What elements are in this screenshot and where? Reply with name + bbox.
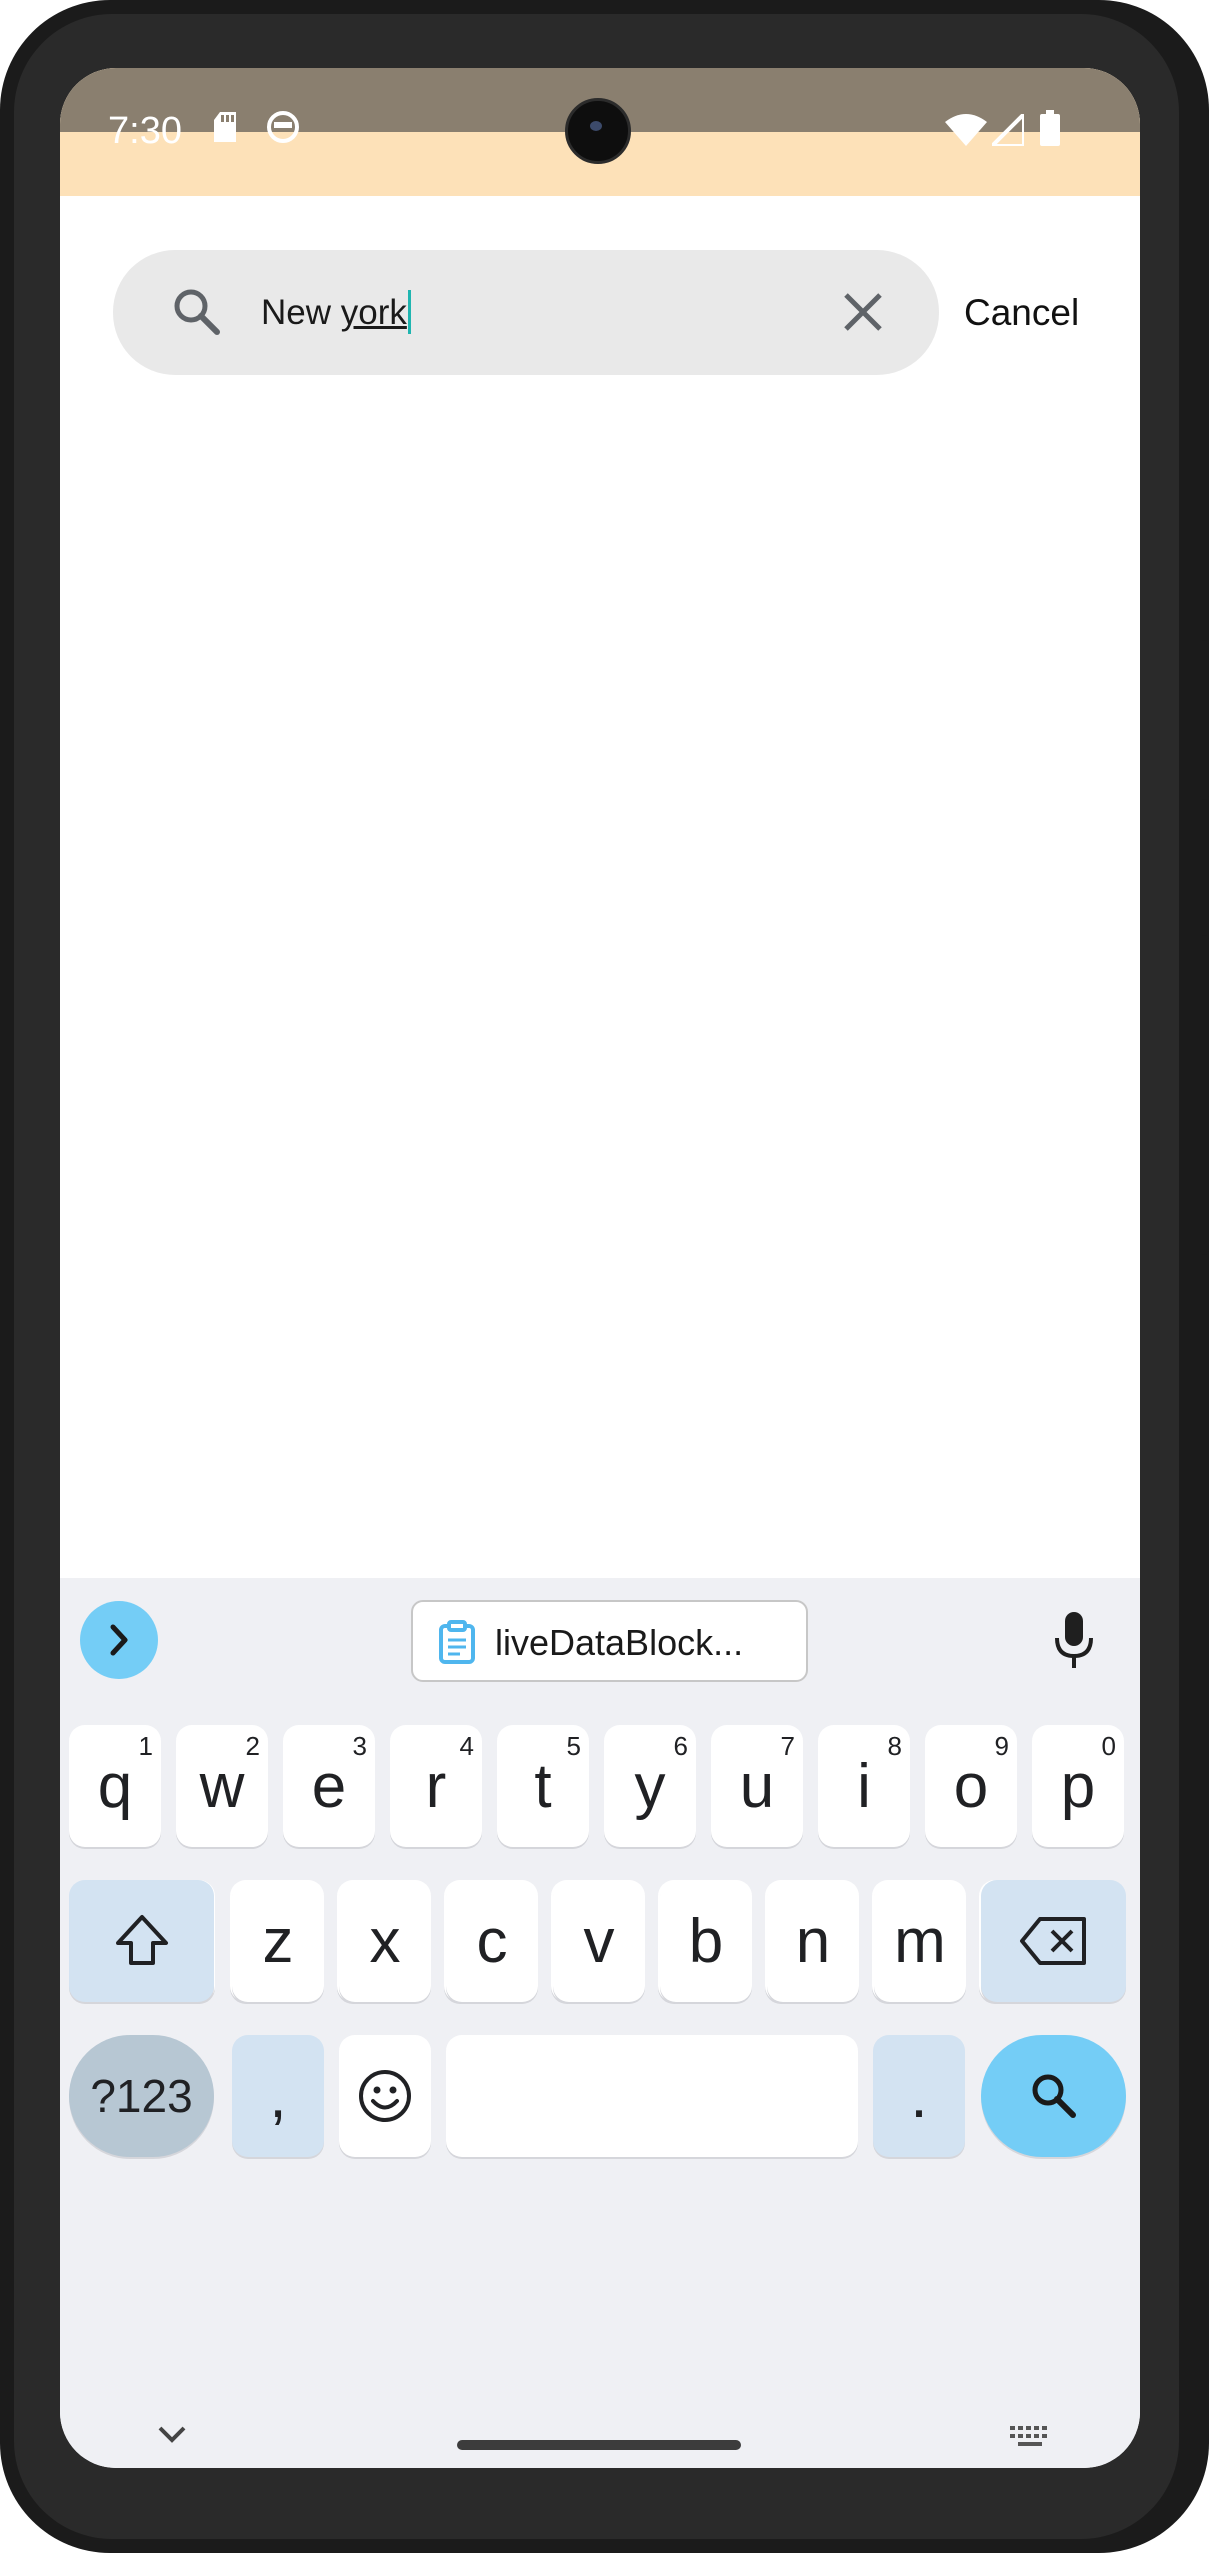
- clear-icon[interactable]: [841, 290, 885, 334]
- key-z[interactable]: z: [232, 1880, 324, 2002]
- key-t[interactable]: t5: [497, 1725, 589, 1847]
- key-r[interactable]: r4: [390, 1725, 482, 1847]
- on-screen-keyboard: liveDataBlock... q1w2e3r4t5y6u7i8o9p0asd…: [60, 1578, 1140, 2468]
- keyboard-switch-icon[interactable]: [1008, 2424, 1052, 2450]
- search-query-text: New: [261, 293, 341, 332]
- key-hint: 8: [887, 1731, 902, 1761]
- signal-icon: [992, 114, 1024, 146]
- key-label: i: [857, 1751, 871, 1821]
- screen: 7:30 New york Cancel liveDataBlock... q …: [60, 68, 1140, 2468]
- key-hint: 7: [780, 1731, 795, 1761]
- text-cursor: [407, 290, 411, 334]
- backspace-icon: [1019, 1917, 1086, 1965]
- key-m[interactable]: m: [874, 1880, 966, 2002]
- cancel-button[interactable]: Cancel: [964, 292, 1079, 334]
- status-time: 7:30: [108, 110, 182, 152]
- comma-key[interactable]: ,: [232, 2035, 324, 2157]
- emoji-icon: [359, 2070, 411, 2122]
- chevron-down-icon[interactable]: [156, 2424, 188, 2444]
- key-hint: 4: [459, 1731, 474, 1761]
- key-b[interactable]: b: [660, 1880, 752, 2002]
- key-label: b: [688, 1906, 724, 1976]
- power-button: [1200, 640, 1209, 800]
- key-p[interactable]: p0: [1032, 1725, 1124, 1847]
- key-label: v: [583, 1906, 615, 1976]
- microphone-icon[interactable]: [1054, 1612, 1094, 1670]
- key-y[interactable]: y6: [604, 1725, 696, 1847]
- key-label: z: [262, 1906, 294, 1976]
- key-hint: 0: [1101, 1731, 1116, 1761]
- key-w[interactable]: w2: [176, 1725, 268, 1847]
- key-label: e: [311, 1751, 347, 1821]
- key-label: n: [795, 1906, 831, 1976]
- key-label: u: [739, 1751, 775, 1821]
- key-n[interactable]: n: [767, 1880, 859, 2002]
- key-label: t: [534, 1751, 552, 1821]
- shift-key[interactable]: [69, 1880, 214, 2002]
- key-hint: 6: [673, 1731, 688, 1761]
- key-label: y: [634, 1751, 666, 1821]
- key-x[interactable]: x: [339, 1880, 431, 2002]
- front-camera: [565, 98, 631, 164]
- search-query-composing: york: [340, 293, 407, 332]
- key-label: x: [369, 1906, 401, 1976]
- key-i[interactable]: i8: [818, 1725, 910, 1847]
- key-c[interactable]: c: [446, 1880, 538, 2002]
- face-icon: [267, 111, 299, 143]
- volume-button: [1200, 935, 1209, 1255]
- status-bar: 7:30: [60, 68, 1140, 196]
- key-label: r: [425, 1751, 447, 1821]
- search-input[interactable]: New york: [261, 290, 411, 334]
- clipboard-icon: [439, 1620, 475, 1664]
- key-hint: 2: [245, 1731, 260, 1761]
- key-label: w: [199, 1751, 245, 1821]
- key-o[interactable]: o9: [925, 1725, 1017, 1847]
- wifi-icon: [945, 114, 987, 146]
- emoji-key[interactable]: [339, 2035, 431, 2157]
- key-v[interactable]: v: [553, 1880, 645, 2002]
- period-key[interactable]: .: [873, 2035, 965, 2157]
- symbols-key[interactable]: ?123: [69, 2035, 214, 2157]
- key-label: p: [1060, 1751, 1096, 1821]
- key-hint: 5: [566, 1731, 581, 1761]
- chevron-right-icon: [110, 1624, 128, 1656]
- search-action-key[interactable]: [981, 2035, 1126, 2157]
- search-bar[interactable]: New york: [113, 250, 939, 375]
- search-icon: [174, 289, 220, 335]
- clipboard-suggestion-text: liveDataBlock...: [495, 1622, 744, 1663]
- key-label: q: [97, 1751, 133, 1821]
- battery-icon: [1040, 110, 1060, 146]
- key-q[interactable]: q1: [69, 1725, 161, 1847]
- key-hint: 9: [994, 1731, 1009, 1761]
- key-hint: 3: [352, 1731, 367, 1761]
- backspace-key[interactable]: [981, 1880, 1126, 2002]
- expand-toolbar-button[interactable]: [80, 1601, 158, 1679]
- key-label: c: [476, 1906, 508, 1976]
- home-indicator[interactable]: [457, 2440, 741, 2450]
- key-e[interactable]: e3: [283, 1725, 375, 1847]
- shift-icon: [115, 1915, 168, 1965]
- key-u[interactable]: u7: [711, 1725, 803, 1847]
- search-icon: [1032, 2074, 1076, 2118]
- key-hint: 1: [138, 1731, 153, 1761]
- key-label: m: [894, 1906, 946, 1976]
- clipboard-suggestion-chip[interactable]: liveDataBlock...: [411, 1600, 808, 1682]
- key-label: o: [953, 1751, 989, 1821]
- sd-card-icon: [214, 112, 236, 142]
- space-key[interactable]: [446, 2035, 858, 2157]
